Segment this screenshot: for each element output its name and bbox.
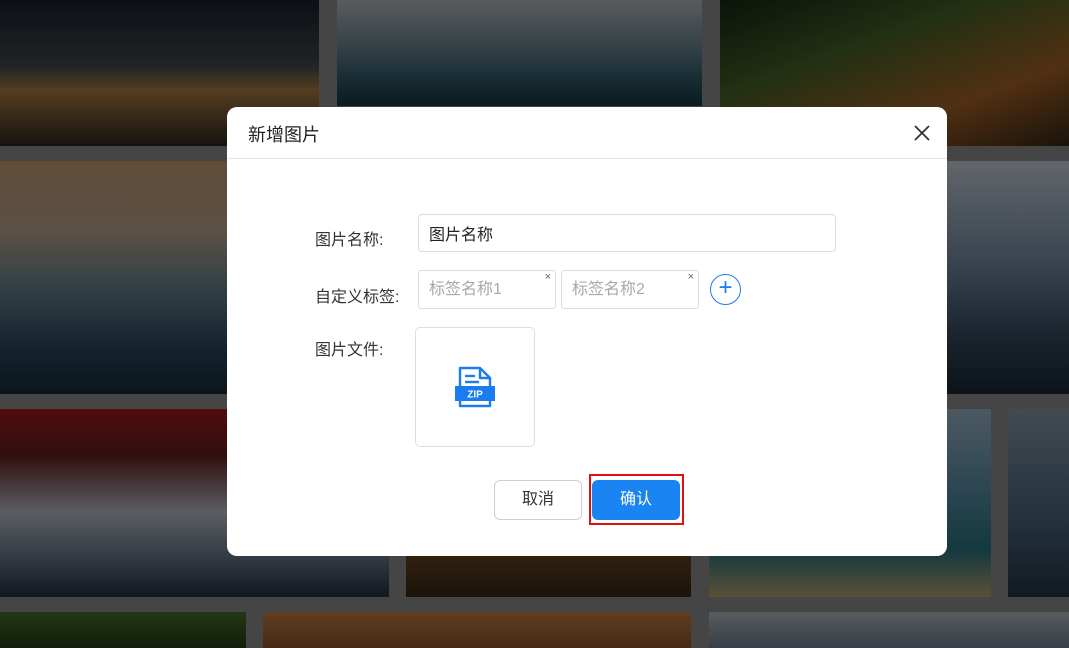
- tag-input-2[interactable]: ×: [561, 270, 699, 309]
- custom-tags-label: 自定义标签:: [315, 289, 400, 306]
- cancel-button[interactable]: 取消: [494, 480, 582, 520]
- clear-tag-icon[interactable]: ×: [688, 271, 694, 283]
- tag-name-field[interactable]: [562, 271, 698, 308]
- dialog-header: 新增图片: [227, 107, 947, 159]
- clear-tag-icon[interactable]: ×: [545, 271, 551, 283]
- zip-file-icon: ZIP: [455, 366, 495, 408]
- image-file-label: 图片文件:: [315, 342, 384, 359]
- tag-input-1[interactable]: ×: [418, 270, 556, 309]
- close-icon: [914, 125, 930, 141]
- add-tag-button[interactable]: +: [710, 274, 741, 305]
- close-button[interactable]: [911, 122, 933, 144]
- image-name-input[interactable]: [418, 214, 836, 252]
- zip-label: ZIP: [467, 390, 483, 401]
- add-image-dialog: 新增图片 图片名称: 自定义标签: × × + 图片文件: ZIP 取消 确认: [227, 107, 947, 556]
- dialog-title: 新增图片: [248, 125, 320, 145]
- file-upload-area[interactable]: ZIP: [415, 327, 535, 447]
- tag-name-field[interactable]: [419, 271, 555, 308]
- plus-icon: +: [718, 274, 733, 301]
- confirm-button[interactable]: 确认: [592, 480, 680, 520]
- image-name-label: 图片名称:: [315, 232, 384, 249]
